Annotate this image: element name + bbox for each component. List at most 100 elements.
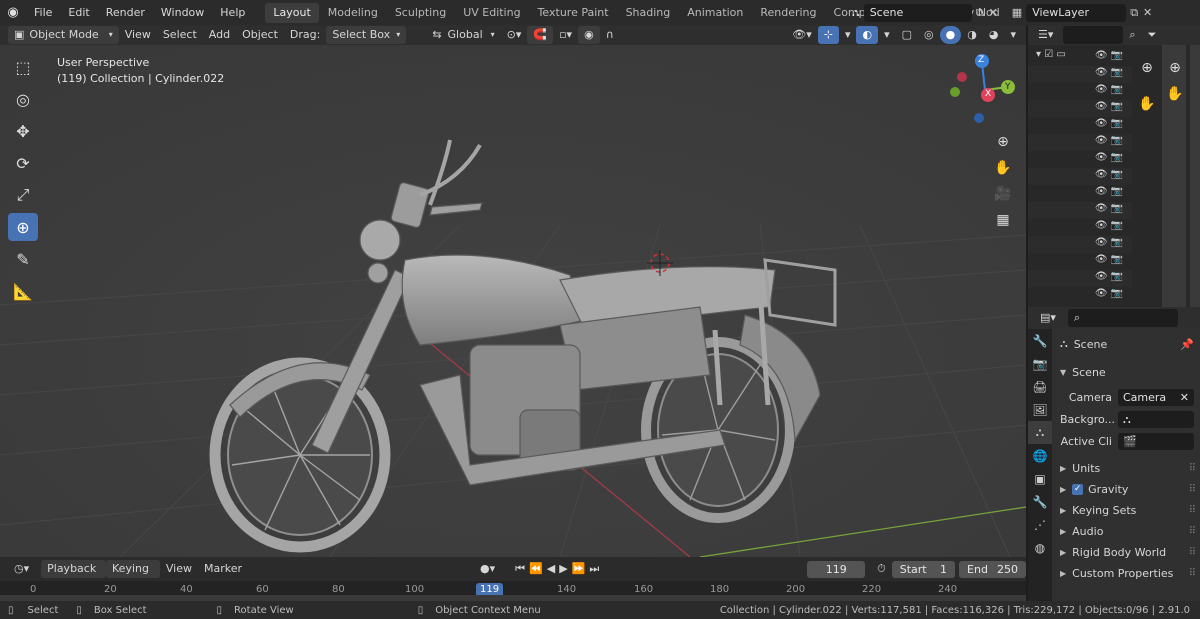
end-frame-field[interactable]: End 250 bbox=[959, 560, 1026, 578]
list-item[interactable]: 👁📷 bbox=[1028, 100, 1132, 117]
visibility-icons[interactable]: 👁📷 bbox=[1095, 254, 1126, 265]
list-item[interactable]: ▾ ☑ ▭ 👁📷 bbox=[1028, 49, 1132, 66]
menu-select[interactable]: Select bbox=[157, 26, 203, 44]
jump-end-icon[interactable]: ⏭ bbox=[589, 562, 603, 575]
transform-orientation-dropdown[interactable]: ⇆ Global ▾ bbox=[426, 26, 500, 44]
select-tool-icon[interactable]: ⬚ bbox=[8, 53, 38, 81]
shading-rendered-icon[interactable]: ◕ bbox=[983, 26, 1005, 44]
visibility-icons[interactable]: 👁📷 bbox=[1095, 118, 1126, 129]
list-item[interactable]: 👁📷 bbox=[1028, 253, 1132, 270]
visibility-icons[interactable]: 👁📷 bbox=[1095, 220, 1126, 231]
gizmo-toggle-icon[interactable]: ⊹ bbox=[817, 26, 839, 44]
pan-hand-icon[interactable]: ✋ bbox=[1162, 81, 1188, 107]
drag-handle-icon[interactable]: ⠿ bbox=[1189, 526, 1196, 537]
visibility-icons[interactable]: 👁📷 bbox=[1095, 84, 1126, 95]
timeline-view-menu[interactable]: View bbox=[160, 560, 198, 578]
rotate-tool-icon[interactable]: ⟳ bbox=[8, 149, 38, 177]
panel-keying-sets-header[interactable]: ▶ Keying Sets ⠿ bbox=[1052, 500, 1200, 520]
scene-name-field[interactable]: Scene bbox=[863, 3, 972, 22]
particles-tab-icon[interactable]: ⋰ bbox=[1028, 513, 1052, 536]
prev-keyframe-icon[interactable]: ⏪ bbox=[529, 562, 547, 575]
playback-menu[interactable]: Playback ▾ bbox=[41, 560, 107, 593]
visibility-icons[interactable]: 👁📷 bbox=[1095, 50, 1126, 61]
visibility-icons[interactable]: 👁📷 bbox=[1095, 135, 1126, 146]
outliner-search-field[interactable] bbox=[1063, 26, 1124, 44]
proportional-edit-icon[interactable]: ◉ bbox=[578, 26, 600, 44]
visibility-icons[interactable]: 👁📷 bbox=[1095, 152, 1126, 163]
zoom-icon[interactable]: ⊕ bbox=[990, 129, 1016, 155]
menu-add[interactable]: Add bbox=[203, 26, 236, 44]
tab-shading[interactable]: Shading bbox=[618, 3, 679, 23]
gizmo-dropdown-icon[interactable]: ▾ bbox=[839, 26, 857, 44]
tab-layout[interactable]: Layout bbox=[265, 2, 319, 23]
view-layer-field[interactable]: ViewLayer bbox=[1026, 3, 1127, 22]
scene-icon[interactable]: ⛬ bbox=[852, 6, 860, 20]
visibility-icon[interactable]: 👁▾ bbox=[786, 26, 818, 44]
scale-tool-icon[interactable]: ⤢ bbox=[8, 181, 38, 209]
play-reverse-icon[interactable]: ◀ bbox=[547, 562, 559, 575]
panel-audio-header[interactable]: ▶ Audio ⠿ bbox=[1052, 521, 1200, 541]
drag-handle-icon[interactable]: ⠿ bbox=[1189, 484, 1196, 495]
zoom-icon[interactable]: ⊕ bbox=[1134, 55, 1160, 81]
timeline-editor-type-icon[interactable]: ◷▾ bbox=[8, 560, 35, 578]
tab-modeling[interactable]: Modeling bbox=[320, 3, 386, 23]
list-item[interactable]: 👁📷 bbox=[1028, 117, 1132, 134]
panel-units-header[interactable]: ▶ Units ⠿ bbox=[1052, 458, 1200, 478]
panel-scene-header[interactable]: ▼ Scene bbox=[1052, 362, 1200, 382]
modifier-tab-icon[interactable]: 🔧 bbox=[1028, 490, 1052, 513]
menu-edit[interactable]: Edit bbox=[60, 0, 97, 25]
visibility-icons[interactable]: 👁📷 bbox=[1095, 237, 1126, 248]
menu-window[interactable]: Window bbox=[153, 0, 212, 25]
current-frame-field[interactable]: 119 bbox=[807, 560, 866, 578]
shading-solid-icon[interactable]: ● bbox=[939, 26, 962, 44]
xray-toggle-icon[interactable]: ▢ bbox=[896, 26, 918, 44]
list-item[interactable]: 👁📷 bbox=[1028, 236, 1132, 253]
tool-settings-tab-icon[interactable]: 🔧 bbox=[1028, 329, 1052, 352]
record-icon[interactable]: ●▾ bbox=[474, 560, 501, 578]
3d-viewport[interactable]: Z Y X User Perspective (119) Collection … bbox=[0, 45, 1026, 557]
drag-handle-icon[interactable]: ⠿ bbox=[1189, 463, 1196, 474]
clear-icon[interactable]: ✕ bbox=[1180, 389, 1189, 406]
tab-sculpting[interactable]: Sculpting bbox=[387, 3, 454, 23]
list-item[interactable]: 👁📷 bbox=[1028, 270, 1132, 287]
visibility-icons[interactable]: 👁📷 bbox=[1095, 101, 1126, 112]
tab-rendering[interactable]: Rendering bbox=[752, 3, 824, 23]
delete-scene-icon[interactable]: ✕ bbox=[989, 6, 998, 19]
delete-view-layer-icon[interactable]: ✕ bbox=[1143, 6, 1152, 19]
world-tab-icon[interactable]: 🌐 bbox=[1028, 444, 1052, 467]
output-tab-icon[interactable]: 🖨 bbox=[1028, 375, 1052, 398]
pan-hand-icon[interactable]: ✋ bbox=[1134, 91, 1160, 117]
properties-search-field[interactable]: ⌕ bbox=[1067, 309, 1178, 327]
view-layer-icon[interactable]: ▦ bbox=[1012, 6, 1022, 19]
render-tab-icon[interactable]: 📷 bbox=[1028, 352, 1052, 375]
visibility-icons[interactable]: 👁📷 bbox=[1095, 169, 1126, 180]
falloff-icon[interactable]: ∩ bbox=[600, 26, 620, 44]
visibility-icons[interactable]: 👁📷 bbox=[1095, 288, 1126, 299]
camera-view-icon[interactable]: 🎥 bbox=[990, 181, 1016, 207]
panel-rigid-body-world-header[interactable]: ▶ Rigid Body World ⠿ bbox=[1052, 542, 1200, 562]
physics-tab-icon[interactable]: ◍ bbox=[1028, 536, 1052, 559]
visibility-icons[interactable]: 👁📷 bbox=[1095, 203, 1126, 214]
tab-texture-paint[interactable]: Texture Paint bbox=[530, 3, 617, 23]
list-item[interactable]: 👁📷 bbox=[1028, 287, 1132, 304]
menu-view[interactable]: View bbox=[119, 26, 157, 44]
annotate-tool-icon[interactable]: ✎ bbox=[8, 245, 38, 273]
view-layer-tab-icon[interactable]: 🖼 bbox=[1028, 398, 1052, 421]
gravity-checkbox[interactable]: ✓ bbox=[1072, 483, 1084, 495]
search-icon[interactable]: ⌕ bbox=[1123, 26, 1141, 44]
perspective-grid-icon[interactable]: ▦ bbox=[990, 207, 1016, 233]
properties-editor-type-icon[interactable]: ▤▾ bbox=[1034, 309, 1062, 327]
overlay-toggle-icon[interactable]: ◐ bbox=[856, 26, 879, 44]
camera-field[interactable]: Camera ✕ bbox=[1118, 388, 1194, 406]
menu-object[interactable]: Object bbox=[236, 26, 284, 44]
shading-wireframe-icon[interactable]: ◎ bbox=[918, 26, 940, 44]
panel-gravity-header[interactable]: ▶ ✓ Gravity ⠿ bbox=[1052, 479, 1200, 499]
list-item[interactable]: 👁📷 bbox=[1028, 151, 1132, 168]
list-item[interactable]: 👁📷 bbox=[1028, 202, 1132, 219]
list-item[interactable]: 👁📷 bbox=[1028, 185, 1132, 202]
copy-view-layer-icon[interactable]: ⧉ bbox=[1130, 6, 1138, 20]
clock-icon[interactable]: ⏱ bbox=[871, 560, 892, 578]
visibility-icons[interactable]: 👁📷 bbox=[1095, 271, 1126, 282]
filter-icon[interactable]: ⏷ bbox=[1142, 26, 1163, 44]
play-icon[interactable]: ▶ bbox=[559, 562, 571, 575]
